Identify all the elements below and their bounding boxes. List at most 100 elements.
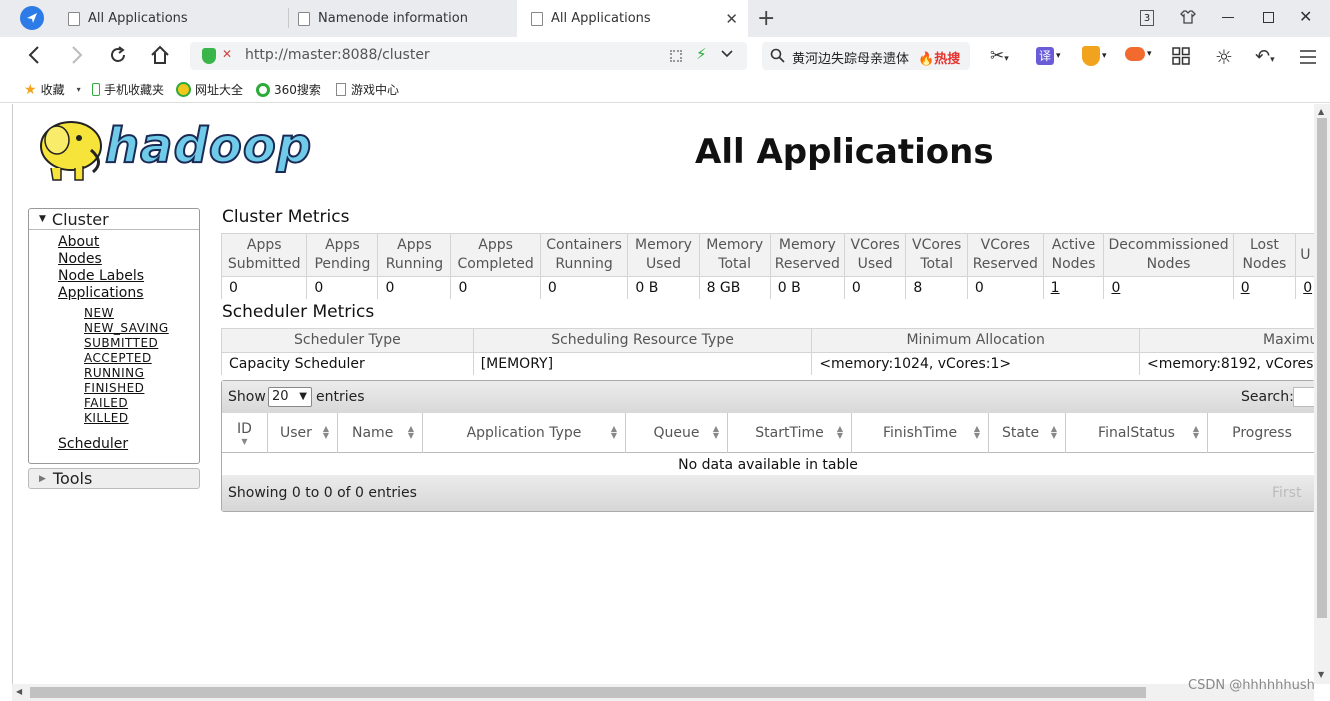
entries-select[interactable]: 20 ▼ [268, 387, 312, 407]
menu-icon[interactable] [1300, 49, 1316, 68]
bookmark-url-directory[interactable]: 网址大全 [176, 81, 243, 98]
col-id[interactable]: ID ▼ [222, 413, 268, 453]
page-content: hadoop All Applications ▼ Cluster About … [12, 104, 1314, 684]
tab-count-badge[interactable]: 3 [1140, 10, 1154, 26]
col-final-status[interactable]: FinalStatus ▲ ▼ [1066, 413, 1208, 453]
applications-table: Show 20 ▼ entries Search: ID ▼ User ▲ ▼ N… [221, 380, 1314, 512]
active-nodes-link[interactable]: 1 [1042, 276, 1104, 299]
sidebar-state-finished[interactable]: FINISHED [84, 381, 144, 395]
decommissioned-nodes-link[interactable]: 0 [1103, 276, 1234, 299]
col-state[interactable]: State ▲ ▼ [989, 413, 1066, 453]
minimize-button[interactable] [1222, 17, 1234, 18]
sidebar-link-nodes[interactable]: Nodes [58, 251, 102, 267]
table-info-text: Showing 0 to 0 of 0 entries [228, 485, 417, 501]
camera-off-icon: ✕ [222, 47, 233, 61]
tab-namenode-information[interactable]: Namenode information [290, 0, 512, 37]
restore-button[interactable] [1263, 12, 1274, 23]
lightning-icon[interactable]: ⚡ [696, 45, 707, 63]
table-search-input[interactable] [1293, 387, 1314, 407]
search-box[interactable]: 黄河边失踪母亲遗体 🔥热搜 [762, 42, 970, 70]
scroll-down-arrow-icon[interactable]: ▼ [1318, 670, 1324, 679]
extension-shield-icon[interactable]: ▾ [1082, 46, 1107, 66]
sidebar-state-submitted[interactable]: SUBMITTED [84, 336, 158, 350]
hadoop-logo[interactable]: hadoop [29, 110, 329, 186]
col-apps-completed: Apps Completed [450, 233, 541, 277]
horizontal-scrollbar[interactable]: ◀ [12, 684, 1314, 701]
chevron-down-icon[interactable] [720, 46, 734, 64]
col-start-time[interactable]: StartTime ▲ ▼ [728, 413, 852, 453]
cell-memory-used: 0 B [627, 276, 700, 299]
unhealthy-nodes-link[interactable]: 0 [1295, 276, 1314, 299]
close-tab-icon[interactable]: ✕ [725, 10, 738, 28]
col-finish-time[interactable]: FinishTime ▲ ▼ [852, 413, 989, 453]
pagination-first-button[interactable]: First [1272, 485, 1301, 501]
sidebar-state-new[interactable]: NEW [84, 306, 114, 320]
horizontal-scroll-thumb[interactable] [30, 687, 1146, 698]
col-memory-total: Memory Total [698, 233, 771, 277]
url-text[interactable]: http://master:8088/cluster [245, 47, 430, 63]
sidebar-link-applications[interactable]: Applications [58, 285, 144, 301]
sidebar-state-accepted[interactable]: ACCEPTED [84, 351, 152, 365]
sidebar-cluster-header[interactable]: ▼ Cluster [29, 209, 199, 230]
lost-nodes-link[interactable]: 0 [1232, 276, 1296, 299]
cell-minimum-allocation: <memory:1024, vCores:1> [811, 352, 1140, 375]
vertical-scroll-thumb[interactable] [1317, 118, 1327, 618]
sidebar-link-node-labels[interactable]: Node Labels [58, 268, 144, 284]
home-button[interactable] [150, 45, 170, 69]
scroll-up-arrow-icon[interactable]: ▲ [1318, 107, 1324, 116]
sort-icon: ▲ ▼ [322, 424, 329, 440]
col-progress[interactable]: Progress [1208, 413, 1314, 453]
hadoop-wordmark: hadoop [104, 117, 313, 175]
forward-button[interactable] [70, 46, 84, 68]
address-bar[interactable]: ✕ http://master:8088/cluster ⚡ [190, 42, 747, 70]
vertical-scrollbar[interactable]: ▲ ▼ [1314, 104, 1330, 684]
qr-code-icon[interactable] [670, 50, 682, 62]
bookmark-360-search[interactable]: 360搜索 [256, 81, 321, 98]
sidebar-state-running[interactable]: RUNNING [84, 366, 144, 380]
hot-search-badge[interactable]: 🔥热搜 [918, 48, 960, 67]
browser-logo-icon[interactable] [20, 6, 44, 30]
cluster-metrics-title: Cluster Metrics [222, 207, 350, 227]
tab-all-applications-1[interactable]: All Applications [60, 0, 282, 37]
sidebar-state-failed[interactable]: FAILED [84, 396, 128, 410]
page-icon [336, 83, 346, 96]
col-application-type[interactable]: Application Type ▲ ▼ [423, 413, 626, 453]
col-maximum-allocation: Maximum A [1138, 328, 1314, 353]
tab-all-applications-active[interactable]: All Applications ✕ [517, 0, 748, 37]
sidebar-tools-header[interactable]: ▶ Tools [28, 468, 200, 489]
bookmark-game-center[interactable]: 游戏中心 [336, 81, 399, 98]
tab-label: Namenode information [318, 11, 468, 26]
brightness-icon[interactable]: ☼ [1215, 45, 1233, 69]
translate-button[interactable]: 译 ▾ [1036, 47, 1061, 65]
new-tab-button[interactable]: + [757, 6, 775, 31]
reload-button[interactable] [108, 45, 128, 69]
sort-icon: ▲ ▼ [1050, 424, 1057, 440]
apps-grid-icon[interactable] [1172, 47, 1190, 69]
col-queue[interactable]: Queue ▲ ▼ [626, 413, 728, 453]
back-button[interactable] [27, 46, 41, 68]
col-vcores-reserved: VCores Reserved [966, 233, 1044, 277]
scheduler-metrics-title: Scheduler Metrics [222, 302, 375, 322]
cell-containers-running: 0 [539, 276, 628, 299]
gamepad-icon[interactable]: ▾ [1125, 47, 1152, 61]
empty-table-message: No data available in table [678, 457, 858, 473]
sidebar-state-killed[interactable]: KILLED [84, 411, 129, 425]
sidebar-link-about[interactable]: About [58, 234, 99, 250]
table-toolbar: Show 20 ▼ entries Search: [222, 381, 1314, 413]
tab-bar: All Applications Namenode information Al… [0, 0, 1330, 37]
col-name[interactable]: Name ▲ ▼ [338, 413, 423, 453]
cell-memory-reserved: 0 B [769, 276, 845, 299]
search-text[interactable]: 黄河边失踪母亲遗体 [792, 48, 909, 67]
shirt-icon[interactable] [1180, 9, 1196, 29]
scissors-icon[interactable]: ✂▾ [990, 46, 1009, 66]
tab-label: All Applications [88, 11, 188, 26]
sidebar-state-new-saving[interactable]: NEW_SAVING [84, 321, 169, 335]
undo-icon[interactable]: ↶▾ [1255, 46, 1275, 67]
col-user[interactable]: User ▲ ▼ [268, 413, 338, 453]
sidebar-link-scheduler[interactable]: Scheduler [58, 436, 128, 452]
bookmark-favorites[interactable]: ★ 收藏 ▾ [24, 81, 81, 98]
bookmark-mobile-favorites[interactable]: 手机收藏夹 [92, 81, 164, 98]
scroll-left-arrow-icon[interactable]: ◀ [16, 687, 22, 696]
cell-scheduler-type: Capacity Scheduler [221, 352, 474, 375]
close-window-button[interactable]: ✕ [1299, 7, 1312, 26]
